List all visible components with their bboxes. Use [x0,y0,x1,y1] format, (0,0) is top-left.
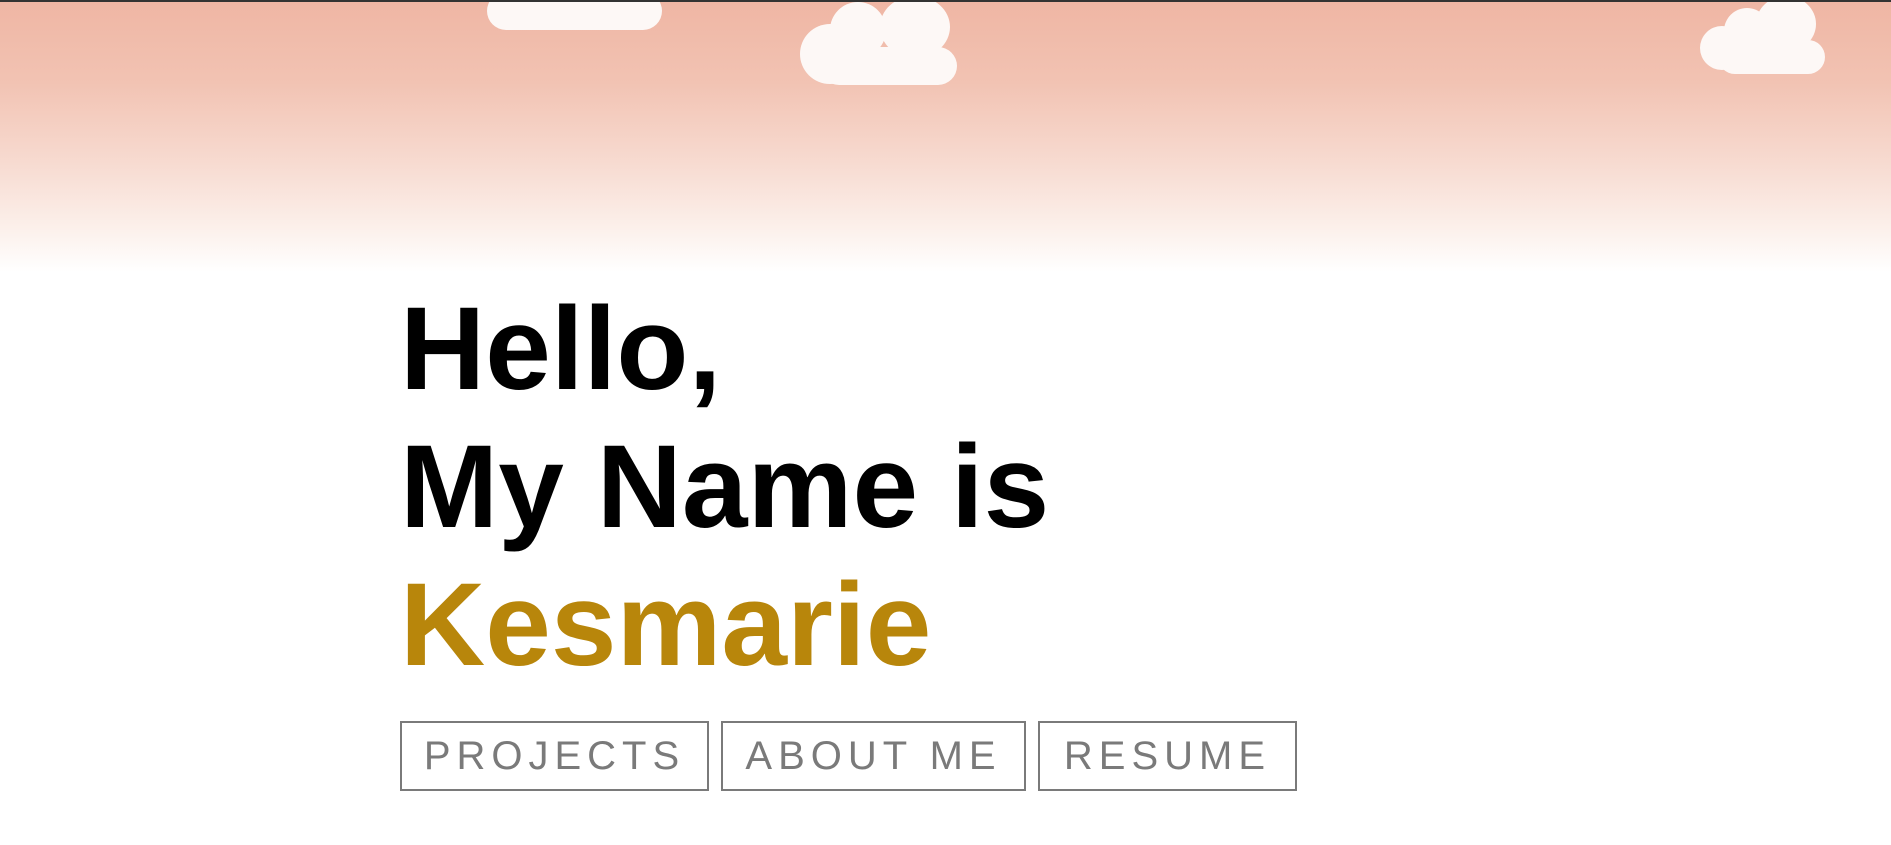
sky-banner [0,2,1891,272]
cloud-icon [487,2,662,32]
cloud-icon [800,2,957,87]
nav-buttons: PROJECTS ABOUT ME RESUME [400,721,1297,791]
window-top-border [0,0,1891,2]
hero-section: Hello, My Name is Kesmarie [400,280,1049,694]
cloud-icon [1700,2,1825,76]
about-me-button[interactable]: ABOUT ME [721,721,1026,791]
greeting-heading: Hello, [400,283,722,415]
name-heading: Kesmarie [400,559,932,691]
resume-button[interactable]: RESUME [1038,721,1297,791]
projects-button[interactable]: PROJECTS [400,721,709,791]
intro-heading: My Name is [400,421,1050,553]
